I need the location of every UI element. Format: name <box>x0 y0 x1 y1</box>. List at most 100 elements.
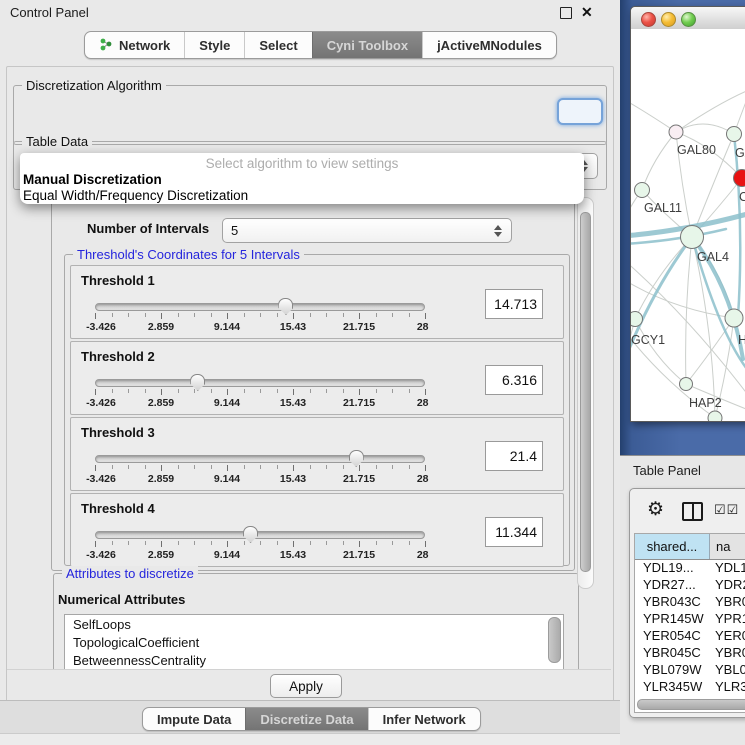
slider-ticks <box>95 389 425 396</box>
node-label: C <box>739 190 745 204</box>
threshold-3-slider[interactable]: -3.4262.8599.14415.4321.71528 <box>95 452 425 490</box>
table-row[interactable]: YBR045CYBR0 <box>635 645 745 662</box>
tab-infer-network[interactable]: Infer Network <box>368 708 480 730</box>
network-node[interactable] <box>669 125 683 139</box>
scrollbar-thumb[interactable] <box>580 212 591 572</box>
close-traffic-light-icon[interactable] <box>641 12 656 27</box>
tab-cyni-toolbox[interactable]: Cyni Toolbox <box>312 32 422 58</box>
network-edge[interactable] <box>686 237 692 384</box>
threshold-4-panel: Threshold 4 -3.4262.8599.14415.4321.7152… <box>70 493 564 567</box>
column-header-name[interactable]: na <box>710 534 745 559</box>
table-row[interactable]: YLR345WYLR3 <box>635 679 745 696</box>
list-scrollbar[interactable] <box>548 617 561 663</box>
slider-ticks <box>95 541 425 548</box>
network-window-titlebar <box>631 7 745 30</box>
control-panel-window: Control Panel ✕ Network Style Select Cyn… <box>0 0 620 745</box>
table-header: shared... na <box>635 534 745 560</box>
threshold-2-slider[interactable]: -3.4262.8599.14415.4321.71528 <box>95 376 425 414</box>
columns-icon[interactable] <box>682 502 703 521</box>
network-node[interactable] <box>680 378 693 391</box>
close-icon[interactable]: ✕ <box>581 4 593 21</box>
slider-ticks <box>95 465 425 472</box>
table-row[interactable]: YBR043CYBR0 <box>635 594 745 611</box>
num-intervals-value: 5 <box>231 223 238 238</box>
dropdown-placeholder[interactable]: Select algorithm to view settings <box>20 156 584 171</box>
panel-scrollbar[interactable] <box>577 197 594 589</box>
threshold-label: Threshold 4 <box>81 501 155 516</box>
discretization-algorithm-group: Discretization Algorithm <box>13 85 607 145</box>
tab-style[interactable]: Style <box>184 32 244 58</box>
tab-network[interactable]: Network <box>85 32 184 58</box>
gear-icon[interactable]: ⚙ <box>647 498 664 521</box>
network-canvas[interactable]: GAL80GACGAL11GAL4GCY1HHAP2 <box>631 29 745 421</box>
numerical-attributes-list[interactable]: SelfLoopsTopologicalCoefficientBetweenne… <box>64 614 564 669</box>
float-icon[interactable] <box>560 7 572 19</box>
table-row[interactable]: YER054CYER0 <box>635 628 745 645</box>
threshold-1-panel: Threshold 1 -3.4262.8599.14415.4321.7152… <box>70 265 564 339</box>
network-edge-selected[interactable] <box>734 134 740 317</box>
threshold-3-value-field[interactable] <box>485 441 543 471</box>
slider-track[interactable] <box>95 455 425 463</box>
screen: Control Panel ✕ Network Style Select Cyn… <box>0 0 745 745</box>
node-label: GA <box>735 146 745 160</box>
network-node[interactable] <box>681 226 704 249</box>
slider-tick-labels: -3.4262.8599.14415.4321.71528 <box>95 321 425 333</box>
interval-definition-group: Interval Definition Number of Intervals … <box>51 197 575 571</box>
column-header-shared-name[interactable]: shared... <box>635 534 710 559</box>
control-panel-footer <box>0 733 620 745</box>
num-intervals-combobox[interactable]: 5 <box>222 218 512 243</box>
table-row[interactable]: YBL079WYBL0 <box>635 662 745 679</box>
desktop-background: GAL80GACGAL11GAL4GCY1HHAP2 Table Panel ⚙… <box>620 0 745 745</box>
network-node[interactable] <box>734 170 745 187</box>
network-edge[interactable] <box>642 132 676 190</box>
tab-discretize-data[interactable]: Discretize Data <box>245 708 367 730</box>
network-node[interactable] <box>631 312 643 327</box>
slider-track[interactable] <box>95 531 425 539</box>
checkbox-icons[interactable]: ☑☑ <box>714 502 739 518</box>
table-row[interactable]: YDL19...YDL1 <box>635 560 745 577</box>
dropdown-option-equal-width[interactable]: Equal Width/Frequency Discretization <box>23 188 248 203</box>
table-row[interactable]: YDR27...YDR2 <box>635 577 745 594</box>
cyni-toolbox-panel: Discretization Algorithm Table Data galF… <box>6 66 614 702</box>
threshold-4-value-field[interactable] <box>485 517 543 547</box>
tab-select[interactable]: Select <box>244 32 311 58</box>
slider-ticks <box>95 313 425 320</box>
network-node[interactable] <box>635 183 650 198</box>
attributes-group: Attributes to discretize Numerical Attri… <box>53 573 579 669</box>
list-item[interactable]: SelfLoops <box>65 615 563 633</box>
network-node[interactable] <box>727 127 742 142</box>
num-intervals-label: Number of Intervals <box>87 221 209 236</box>
threshold-4-slider[interactable]: -3.4262.8599.14415.4321.71528 <box>95 528 425 566</box>
algorithm-combobox[interactable] <box>557 98 603 125</box>
network-icon <box>99 38 113 52</box>
numerical-attributes-label: Numerical Attributes <box>58 592 185 607</box>
network-node[interactable] <box>708 411 722 421</box>
threshold-1-slider[interactable]: -3.4262.8599.14415.4321.71528 <box>95 300 425 338</box>
apply-button[interactable]: Apply <box>270 674 342 698</box>
group-label: Table Data <box>22 134 92 149</box>
tab-impute-data[interactable]: Impute Data <box>143 708 245 730</box>
algorithm-dropdown-popup: Select algorithm to view settings Manual… <box>20 153 584 204</box>
network-edge[interactable] <box>676 87 745 132</box>
threshold-1-value-field[interactable] <box>485 289 543 319</box>
list-item[interactable]: BetweennessCentrality <box>65 651 563 669</box>
group-label: Attributes to discretize <box>62 566 198 581</box>
tab-jactivemnodules[interactable]: jActiveMNodules <box>422 32 556 58</box>
slider-track[interactable] <box>95 303 425 311</box>
table-row[interactable]: YPR145WYPR1 <box>635 611 745 628</box>
network-node[interactable] <box>725 309 743 327</box>
settings-scroll-panel: Interval Definition Number of Intervals … <box>13 193 607 669</box>
table-panel-window: ⚙ ☑☑ shared... na YDL19...YDL1YDR27...YD… <box>629 488 745 718</box>
network-edge[interactable] <box>676 124 734 134</box>
list-item[interactable]: TopologicalCoefficient <box>65 633 563 651</box>
network-edge[interactable] <box>635 319 686 384</box>
network-edge[interactable] <box>631 99 676 132</box>
node-label: GAL11 <box>644 201 682 215</box>
slider-track[interactable] <box>95 379 425 387</box>
table-horizontal-scrollbar[interactable] <box>637 699 745 710</box>
node-label: HAP2 <box>689 396 722 410</box>
threshold-2-value-field[interactable] <box>485 365 543 395</box>
zoom-traffic-light-icon[interactable] <box>681 12 696 27</box>
minimize-traffic-light-icon[interactable] <box>661 12 676 27</box>
dropdown-option-manual[interactable]: Manual Discretization <box>23 172 162 187</box>
